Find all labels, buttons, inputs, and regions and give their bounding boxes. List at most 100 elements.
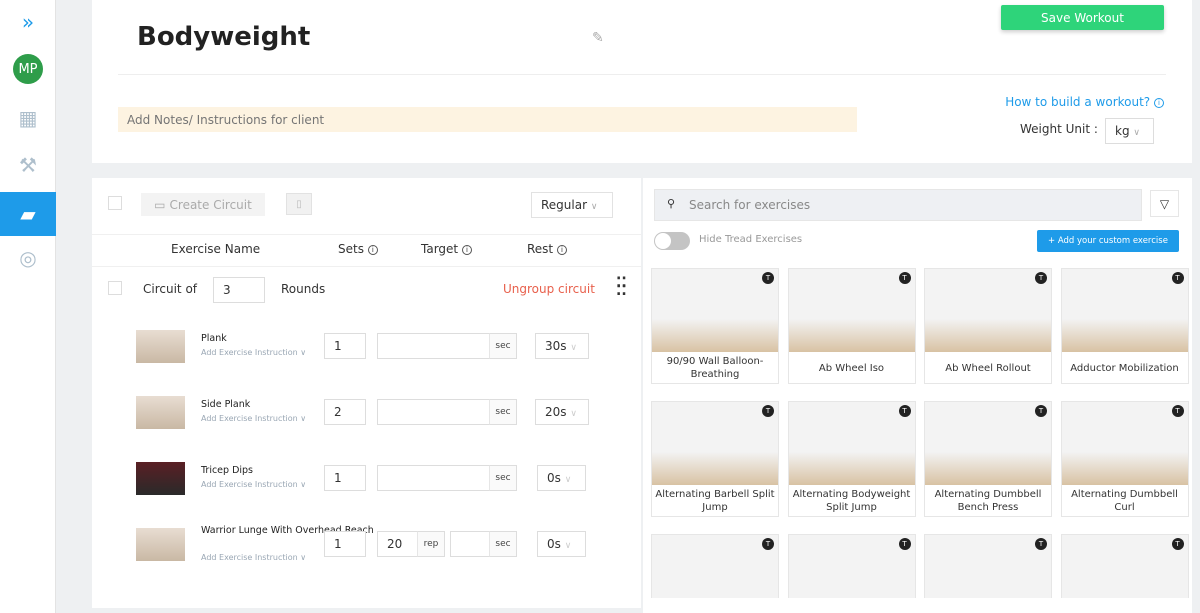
sets-input[interactable]: 1 [324, 465, 366, 491]
page-title: Bodyweight [137, 22, 311, 52]
exercise-thumbnail [136, 528, 185, 561]
expand-icon[interactable]: » [0, 0, 56, 44]
divider [118, 74, 1166, 75]
exercise-name: Tricep Dips [201, 465, 254, 476]
add-custom-exercise-button[interactable]: + Add your custom exercise [1037, 230, 1179, 252]
exercise-name: Plank [201, 333, 227, 344]
exercise-card-name: Alternating Barbell Split Jump [655, 489, 775, 513]
exercise-library: ⚲ Search for exercises ▽ Hide Tread Exerc… [643, 178, 1192, 613]
filter-button[interactable]: ▽ [1150, 190, 1179, 217]
add-instruction-link[interactable]: Add Exercise Instruction ∨ [201, 348, 306, 357]
exercise-card-name: Alternating Dumbbell Curl [1071, 489, 1178, 513]
dashboard-icon[interactable]: ▦ [0, 96, 56, 140]
exercise-thumbnail [136, 462, 185, 495]
info-icon: i [367, 244, 378, 255]
target-input[interactable] [377, 333, 491, 359]
exercise-image: T [1061, 402, 1188, 485]
search-input[interactable]: ⚲ Search for exercises [654, 189, 1142, 221]
rest-select[interactable]: 20s ∨ [535, 399, 589, 425]
create-circuit-label: Create Circuit [169, 197, 252, 212]
exercise-card-name: Alternating Bodyweight Split Jump [792, 489, 911, 513]
save-workout-button[interactable]: Save Workout [1001, 5, 1164, 30]
exercise-image: T [788, 402, 915, 485]
target-unit: sec [489, 399, 517, 425]
exercise-card[interactable]: T Alternating Dumbbell Bench Press [924, 401, 1052, 517]
tread-badge: T [1171, 405, 1184, 417]
create-circuit-button[interactable]: ▭ Create Circuit [141, 193, 265, 216]
target-unit: sec [489, 465, 517, 491]
exercise-card-name: 90/90 Wall Balloon-Breathing [666, 356, 764, 380]
chevron-down-icon: ∨ [590, 202, 598, 212]
delete-button[interactable]: ▯ [286, 193, 312, 215]
how-to-label: How to build a workout? [1005, 95, 1151, 109]
chevron-down-icon: ∨ [1133, 128, 1140, 138]
tread-badge: T [762, 538, 774, 550]
ungroup-circuit-link[interactable]: Ungroup circuit [503, 282, 595, 296]
exercise-card[interactable]: T Ab Wheel Iso [787, 268, 916, 384]
sets-input[interactable]: 1 [324, 333, 366, 359]
exercise-image: T [788, 535, 915, 598]
exercise-card[interactable]: T [924, 534, 1052, 598]
avatar[interactable]: MP [0, 47, 56, 91]
drag-handle-icon[interactable]: ⁚⁚ ⁚⁚ [616, 276, 627, 298]
rest-select[interactable]: 0s ∨ [537, 531, 586, 557]
exercise-image: T [652, 402, 778, 485]
notes-input[interactable] [118, 107, 857, 132]
rest-select[interactable]: 0s ∨ [537, 465, 586, 491]
add-instruction-link[interactable]: Add Exercise Instruction ∨ [201, 480, 306, 489]
workout-book-icon[interactable]: ▰ [0, 192, 56, 236]
chevron-down-icon: ∨ [570, 343, 577, 353]
exercise-card[interactable]: T [651, 534, 779, 598]
exercise-card[interactable]: T 90/90 Wall Balloon-Breathing [651, 268, 779, 384]
rounds-input[interactable]: 3 [213, 277, 265, 303]
how-to-link[interactable]: How to build a workout? i [1005, 95, 1164, 109]
exercise-card[interactable]: T Adductor Mobilization [1060, 268, 1189, 384]
target-input[interactable] [377, 399, 491, 425]
sets-input[interactable]: 1 [324, 531, 366, 557]
hide-tread-label: Hide Tread Exercises [699, 234, 803, 245]
exercise-card-name: Ab Wheel Iso [818, 362, 885, 374]
exercise-thumbnail [136, 396, 185, 429]
info-icon: i [556, 244, 567, 255]
exercise-image: T [925, 402, 1051, 485]
weight-unit-select[interactable]: kg ∨ [1105, 118, 1154, 144]
col-rest-label: Rest [527, 242, 554, 256]
target-input[interactable] [450, 531, 491, 557]
search-placeholder: Search for exercises [689, 198, 811, 212]
exercise-card[interactable]: T [1060, 534, 1189, 598]
col-rest: Rest i [527, 242, 567, 256]
exercise-card[interactable]: T Alternating Bodyweight Split Jump [787, 401, 916, 517]
search-icon: ⚲ [667, 197, 676, 210]
col-target-label: Target [421, 242, 459, 256]
mode-value: Regular [541, 198, 588, 212]
exercise-card[interactable]: T [787, 534, 916, 598]
tread-badge: T [1035, 405, 1047, 417]
tread-badge: T [1035, 538, 1047, 550]
rest-value: 0s [547, 537, 561, 551]
sets-input[interactable]: 2 [324, 399, 366, 425]
target-unit: sec [489, 333, 517, 359]
circuit-suffix: Rounds [281, 282, 326, 296]
exercise-card[interactable]: T Alternating Barbell Split Jump [651, 401, 779, 517]
hide-tread-toggle[interactable] [654, 232, 690, 250]
rest-value: 0s [547, 471, 561, 485]
exercise-image: T [1061, 269, 1188, 352]
dumbbell-icon[interactable]: ⚒ [0, 143, 56, 187]
rest-select[interactable]: 30s ∨ [535, 333, 589, 359]
col-target: Target i [421, 242, 472, 256]
exercise-card-name: Ab Wheel Rollout [945, 362, 1031, 374]
reps-input[interactable]: 20 [377, 531, 419, 557]
circuit-checkbox[interactable] [108, 281, 122, 295]
exercise-card[interactable]: T Ab Wheel Rollout [924, 268, 1052, 384]
mode-select[interactable]: Regular ∨ [531, 192, 613, 218]
support-icon[interactable]: ◎ [0, 236, 56, 280]
exercise-card[interactable]: T Alternating Dumbbell Curl [1060, 401, 1189, 517]
target-input[interactable] [377, 465, 491, 491]
exercise-thumbnail [136, 330, 185, 363]
edit-icon[interactable]: ✎ [592, 30, 604, 46]
exercise-image: T [652, 269, 778, 352]
add-instruction-link[interactable]: Add Exercise Instruction ∨ [201, 553, 306, 562]
add-instruction-link[interactable]: Add Exercise Instruction ∨ [201, 414, 306, 423]
select-all-checkbox[interactable] [108, 196, 122, 210]
circuit-icon: ▭ [154, 197, 166, 212]
